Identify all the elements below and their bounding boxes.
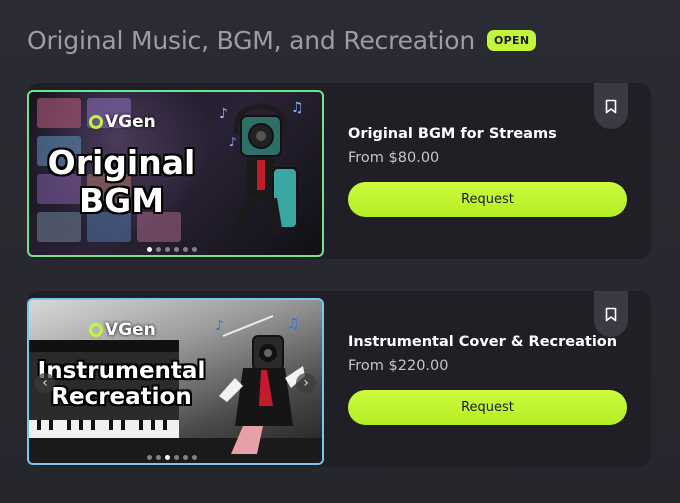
- service-card-instrumental[interactable]: VGen Instrumental Recreation ♪ ♫ ‹ › Ins…: [27, 291, 651, 467]
- carousel-dots: [147, 247, 197, 252]
- svg-text:♪: ♪: [229, 135, 237, 149]
- carousel-dot[interactable]: [156, 455, 161, 460]
- vgen-logo: VGen: [89, 320, 156, 340]
- svg-text:♪: ♪: [215, 318, 224, 334]
- chevron-right-icon: ›: [303, 375, 309, 391]
- carousel-dot[interactable]: [174, 247, 179, 252]
- service-card-bgm[interactable]: VGen Original BGM ♪ ♫ ♪ Original BGM for…: [27, 83, 651, 259]
- thumbnail-carousel[interactable]: VGen Original BGM ♪ ♫ ♪: [27, 90, 324, 257]
- thumbnail-carousel[interactable]: VGen Instrumental Recreation ♪ ♫ ‹ ›: [27, 298, 324, 465]
- carousel-dot[interactable]: [165, 455, 170, 460]
- carousel-prev-button[interactable]: ‹: [35, 373, 55, 393]
- svg-text:♫: ♫: [291, 100, 304, 116]
- bookmark-icon: [605, 307, 617, 321]
- item-title[interactable]: Original BGM for Streams: [348, 126, 557, 142]
- item-price: From $220.00: [348, 358, 449, 374]
- item-title[interactable]: Instrumental Cover & Recreation: [348, 334, 617, 350]
- thumbnail-headline: Instrumental Recreation: [29, 358, 214, 411]
- bookmark-button[interactable]: [594, 291, 628, 337]
- character-illustration: ♪ ♫ ♪: [219, 100, 304, 234]
- thumbnail-line-2: BGM: [78, 180, 165, 220]
- carousel-dot[interactable]: [147, 247, 152, 252]
- carousel-dots: [147, 455, 197, 460]
- carousel-dot[interactable]: [192, 455, 197, 460]
- carousel-dot[interactable]: [147, 455, 152, 460]
- carousel-next-button[interactable]: ›: [296, 373, 316, 393]
- request-button[interactable]: Request: [348, 182, 627, 217]
- bookmark-icon: [605, 99, 617, 113]
- svg-text:♫: ♫: [287, 316, 300, 332]
- vgen-logo-text: VGen: [105, 320, 156, 340]
- carousel-dot[interactable]: [165, 247, 170, 252]
- thumbnail-line-1: Original: [47, 143, 196, 182]
- vgen-logo-mark: [89, 323, 103, 337]
- thumbnail-headline: Original BGM: [29, 144, 214, 220]
- chevron-left-icon: ‹: [42, 375, 48, 391]
- section-title: Original Music, BGM, and Recreation: [27, 26, 476, 55]
- item-price: From $80.00: [348, 150, 440, 166]
- bookmark-button[interactable]: [594, 83, 628, 129]
- section-header: Original Music, BGM, and Recreation OPEN: [27, 26, 537, 55]
- carousel-dot[interactable]: [174, 455, 179, 460]
- carousel-dot[interactable]: [156, 247, 161, 252]
- thumbnail-line-1: Instrumental: [37, 358, 206, 384]
- carousel-dot[interactable]: [183, 455, 188, 460]
- carousel-dot[interactable]: [192, 247, 197, 252]
- request-button[interactable]: Request: [348, 390, 627, 425]
- thumbnail-line-2: Recreation: [51, 384, 192, 411]
- svg-text:♪: ♪: [219, 106, 228, 122]
- vgen-logo-mark: [89, 115, 103, 129]
- status-badge: OPEN: [487, 30, 537, 51]
- carousel-dot[interactable]: [183, 247, 188, 252]
- vgen-logo: VGen: [89, 112, 156, 132]
- character-illustration: ♪ ♫: [215, 315, 305, 454]
- page: Original Music, BGM, and Recreation OPEN…: [0, 0, 680, 503]
- vgen-logo-text: VGen: [105, 112, 156, 132]
